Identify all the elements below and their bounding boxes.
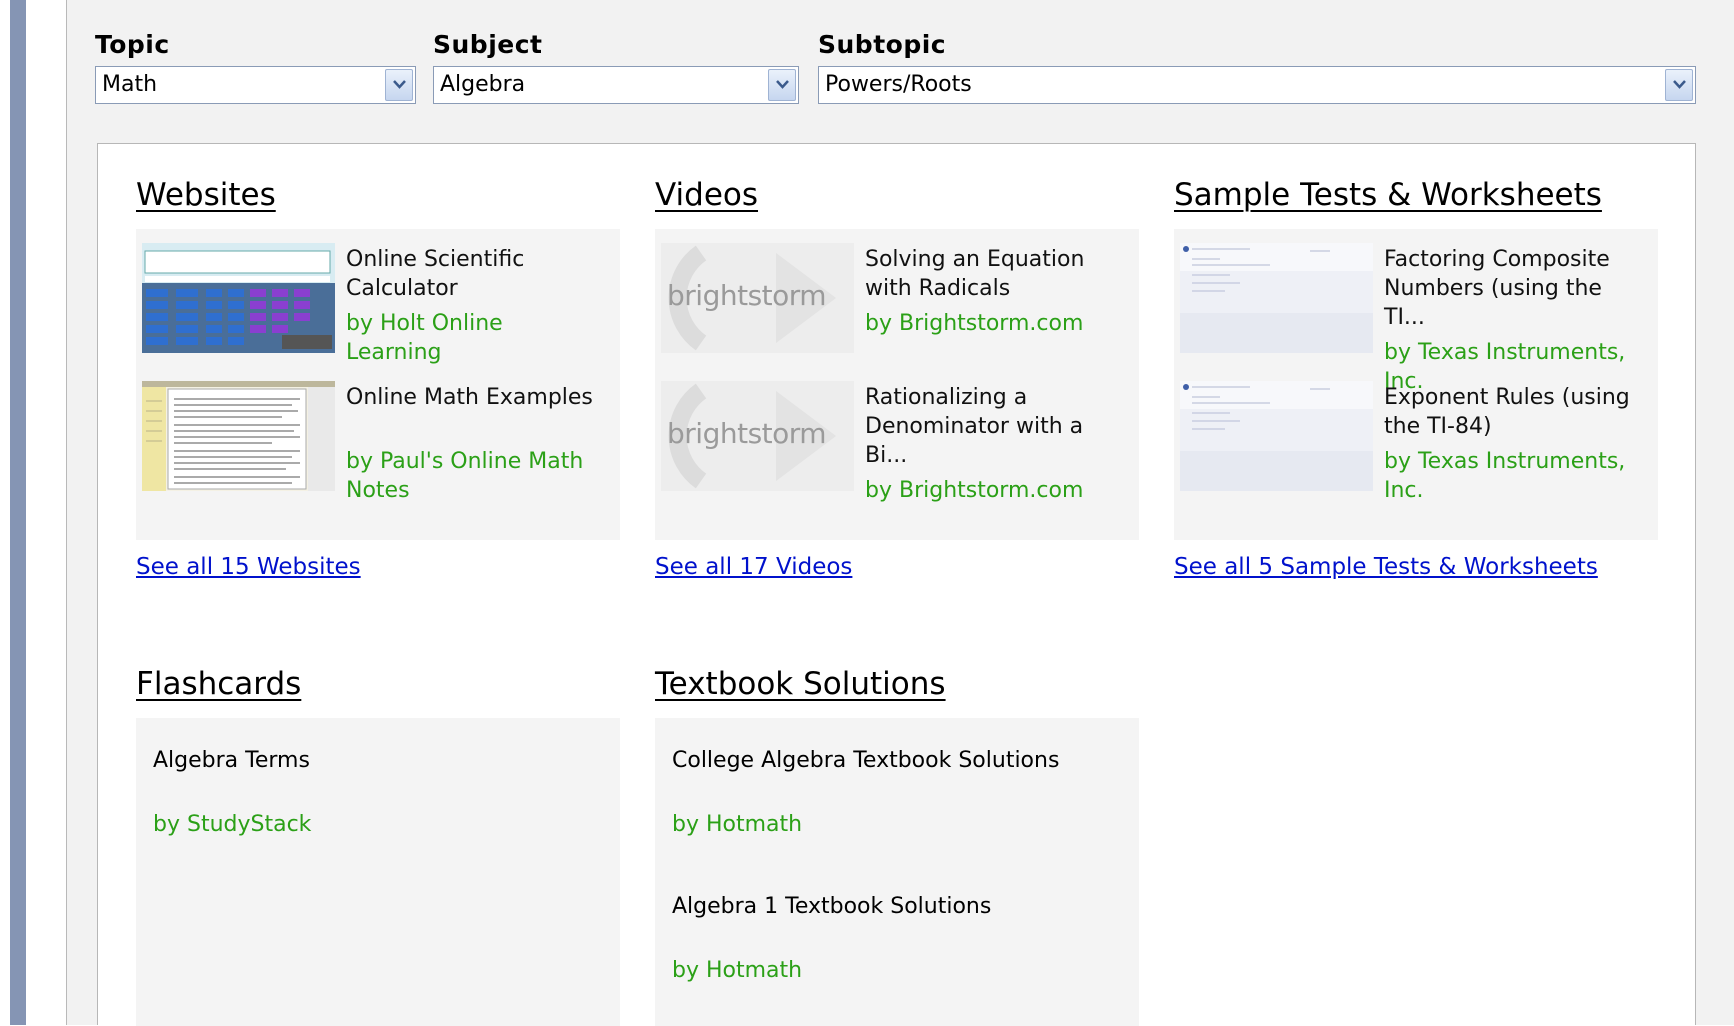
list-item[interactable]: Exponent Rules (using the TI-84) by Texa… bbox=[1174, 367, 1658, 537]
list-item[interactable]: Online Scientific Calculator by Holt Onl… bbox=[136, 229, 620, 367]
tests-heading: Sample Tests & Worksheets bbox=[1174, 177, 1602, 213]
subject-select[interactable]: Algebra bbox=[433, 66, 799, 104]
item-author[interactable]: by Holt Online Learning bbox=[346, 309, 596, 367]
list-item[interactable]: Online Math Examples by Paul's Online Ma… bbox=[136, 367, 620, 537]
textbooks-heading: Textbook Solutions bbox=[655, 666, 946, 702]
chevron-down-icon[interactable] bbox=[385, 69, 413, 101]
worksheet-thumbnail[interactable] bbox=[1180, 381, 1373, 491]
left-sidebar-strip bbox=[10, 0, 26, 1025]
item-title[interactable]: Online Math Examples bbox=[346, 383, 596, 412]
subtopic-select-value: Powers/Roots bbox=[825, 72, 972, 97]
videos-heading: Videos bbox=[655, 177, 759, 213]
flashcard-title[interactable]: Algebra Terms bbox=[153, 748, 310, 773]
item-author[interactable]: by Brightstorm.com bbox=[865, 309, 1115, 338]
item-text: Online Scientific Calculator by Holt Onl… bbox=[346, 245, 596, 367]
see-all-videos-link[interactable]: See all 17 Videos bbox=[655, 554, 852, 580]
item-text: Exponent Rules (using the TI-84) by Texa… bbox=[1384, 383, 1634, 505]
brightstorm-logo: brightstorm bbox=[667, 279, 827, 312]
brightstorm-logo: brightstorm bbox=[667, 417, 827, 450]
list-item[interactable]: brightstorm Rationalizing a Denominator … bbox=[655, 367, 1139, 537]
item-title[interactable]: Factoring Composite Numbers (using the T… bbox=[1384, 245, 1634, 332]
subject-select-value: Algebra bbox=[440, 72, 526, 97]
item-author[interactable]: by Brightstorm.com bbox=[865, 476, 1115, 505]
item-author[interactable]: by Paul's Online Math Notes bbox=[346, 447, 596, 505]
videos-box: brightstorm Solving an Equation with Rad… bbox=[655, 229, 1139, 540]
chevron-down-icon[interactable] bbox=[768, 69, 796, 101]
item-text: Online Math Examples by Paul's Online Ma… bbox=[346, 383, 596, 505]
brightstorm-thumbnail[interactable]: brightstorm bbox=[661, 381, 854, 491]
textbook-title[interactable]: College Algebra Textbook Solutions bbox=[672, 748, 1059, 773]
subtopic-label: Subtopic bbox=[818, 30, 947, 59]
flashcards-heading: Flashcards bbox=[136, 666, 302, 702]
textbooks-box: College Algebra Textbook Solutions by Ho… bbox=[655, 718, 1139, 1026]
item-title[interactable]: Online Scientific Calculator bbox=[346, 245, 596, 303]
websites-box: Online Scientific Calculator by Holt Onl… bbox=[136, 229, 620, 540]
math-examples-thumbnail[interactable] bbox=[142, 381, 335, 491]
topic-label: Topic bbox=[95, 30, 170, 59]
results-panel: Websites Online Scientific Calculator by… bbox=[97, 143, 1696, 1026]
websites-heading: Websites bbox=[136, 177, 276, 213]
calculator-thumbnail[interactable] bbox=[142, 243, 335, 353]
item-text: Solving an Equation with Radicals by Bri… bbox=[865, 245, 1115, 338]
tests-box: Factoring Composite Numbers (using the T… bbox=[1174, 229, 1658, 540]
subject-label: Subject bbox=[433, 30, 543, 59]
worksheet-thumbnail[interactable] bbox=[1180, 243, 1373, 353]
item-title[interactable]: Solving an Equation with Radicals bbox=[865, 245, 1115, 303]
list-item[interactable]: brightstorm Solving an Equation with Rad… bbox=[655, 229, 1139, 367]
textbook-author[interactable]: by Hotmath bbox=[672, 958, 802, 983]
flashcard-author[interactable]: by StudyStack bbox=[153, 812, 311, 837]
item-text: Rationalizing a Denominator with a Bi...… bbox=[865, 383, 1115, 505]
item-author[interactable]: by Texas Instruments, Inc. bbox=[1384, 447, 1634, 505]
see-all-websites-link[interactable]: See all 15 Websites bbox=[136, 554, 361, 580]
topic-select[interactable]: Math bbox=[95, 66, 416, 104]
subtopic-select[interactable]: Powers/Roots bbox=[818, 66, 1696, 104]
list-item[interactable]: Factoring Composite Numbers (using the T… bbox=[1174, 229, 1658, 394]
flashcards-box: Algebra Terms by StudyStack bbox=[136, 718, 620, 1026]
textbook-author[interactable]: by Hotmath bbox=[672, 812, 802, 837]
textbook-title[interactable]: Algebra 1 Textbook Solutions bbox=[672, 894, 991, 919]
chevron-down-icon[interactable] bbox=[1665, 69, 1693, 101]
item-title[interactable]: Exponent Rules (using the TI-84) bbox=[1384, 383, 1634, 441]
item-title[interactable]: Rationalizing a Denominator with a Bi... bbox=[865, 383, 1115, 470]
brightstorm-thumbnail[interactable]: brightstorm bbox=[661, 243, 854, 353]
see-all-tests-link[interactable]: See all 5 Sample Tests & Worksheets bbox=[1174, 554, 1598, 580]
topic-select-value: Math bbox=[102, 72, 158, 97]
